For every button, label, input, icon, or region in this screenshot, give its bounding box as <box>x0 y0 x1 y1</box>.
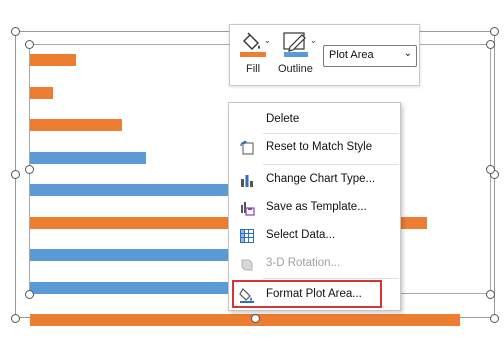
reset-style-icon <box>240 140 254 155</box>
bar-blue[interactable] <box>30 152 146 164</box>
menu-separator <box>263 164 399 165</box>
resize-handle-inner-bl[interactable] <box>25 290 34 299</box>
resize-handle-outer-bm[interactable] <box>251 314 260 323</box>
outline-label: Outline <box>278 63 313 75</box>
menu-item-select-data[interactable]: Select Data... <box>229 224 400 248</box>
bar-orange[interactable] <box>30 314 460 326</box>
menu-item-label: 3-D Rotation... <box>266 257 341 269</box>
svg-text:⌄: ⌄ <box>310 36 317 45</box>
bar-orange[interactable] <box>30 54 76 66</box>
chart-type-icon <box>241 175 253 187</box>
mini-toolbar: ⌄ Fill ⌄ Outline Plot Area ⌄ <box>229 24 420 86</box>
fill-button[interactable]: ⌄ Fill <box>238 31 272 81</box>
resize-handle-inner-tr[interactable] <box>486 40 495 49</box>
menu-item-3d-rotation: 3-D Rotation... <box>229 252 400 276</box>
menu-item-save-template[interactable]: Save as Template... <box>229 196 400 220</box>
paint-bucket-icon: ⌄ <box>240 32 271 57</box>
menu-item-label: Change Chart Type... <box>266 173 376 185</box>
bar-blue[interactable] <box>30 249 238 261</box>
outline-button[interactable]: ⌄ Outline <box>278 31 322 81</box>
chevron-down-icon: ⌄ <box>403 48 412 59</box>
chart-element-select[interactable]: Plot Area ⌄ <box>323 45 417 67</box>
menu-item-label: Delete <box>266 113 300 125</box>
menu-item-change-chart-type[interactable]: Change Chart Type... <box>229 168 400 192</box>
bar-orange[interactable] <box>30 87 53 99</box>
resize-handle-inner-mr[interactable] <box>486 165 495 174</box>
resize-handle-inner-ml[interactable] <box>25 165 34 174</box>
menu-item-label: Save as Template... <box>266 201 367 213</box>
menu-item-reset-style[interactable]: Reset to Match Style <box>229 136 400 160</box>
menu-separator <box>263 133 399 134</box>
resize-handle-inner-tl[interactable] <box>25 40 34 49</box>
rotation-icon <box>241 259 253 271</box>
select-data-icon <box>240 229 254 243</box>
resize-handle-outer-tr[interactable] <box>490 27 499 36</box>
resize-handle-outer-tl[interactable] <box>11 27 20 36</box>
bar-orange[interactable] <box>30 119 122 131</box>
resize-handle-outer-br[interactable] <box>490 314 499 323</box>
chart-element-value: Plot Area <box>329 49 374 61</box>
fill-label: Fill <box>246 63 261 75</box>
bar-blue[interactable] <box>30 282 238 294</box>
menu-item-label: Reset to Match Style <box>266 141 373 153</box>
menu-item-label: Select Data... <box>266 229 336 241</box>
highlight-box <box>232 280 382 308</box>
save-template-icon <box>241 202 255 216</box>
bar-blue[interactable] <box>30 184 238 196</box>
resize-handle-outer-bl[interactable] <box>11 314 20 323</box>
svg-text:⌄: ⌄ <box>264 36 271 45</box>
pen-outline-icon: ⌄ <box>283 32 317 57</box>
menu-item-delete[interactable]: Delete <box>229 108 400 132</box>
menu-separator <box>263 278 399 279</box>
resize-handle-inner-br[interactable] <box>486 290 495 299</box>
resize-handle-outer-ml[interactable] <box>11 170 20 179</box>
